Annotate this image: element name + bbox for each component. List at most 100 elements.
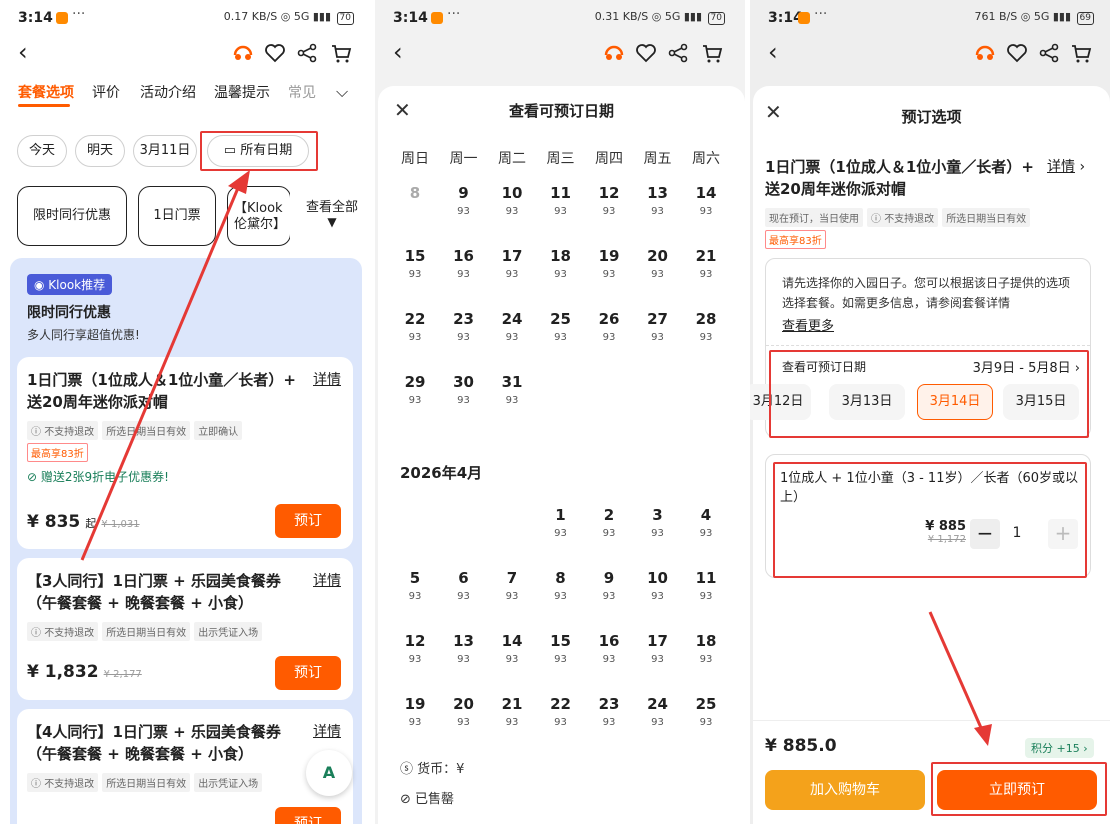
calendar-day[interactable]: 12 93 xyxy=(395,632,435,665)
calendar-day[interactable]: 4 93 xyxy=(686,506,726,539)
heart-icon[interactable] xyxy=(633,40,659,66)
calendar-day[interactable]: 13 93 xyxy=(638,184,678,217)
back-icon[interactable]: ‹ xyxy=(393,40,403,64)
calendar-day[interactable]: 18 93 xyxy=(686,632,726,665)
day-number: 12 xyxy=(404,632,426,650)
calendar-day[interactable]: 14 93 xyxy=(686,184,726,217)
day-price: 93 xyxy=(505,654,519,665)
day-number: 9 xyxy=(458,184,469,202)
calendar-day[interactable]: 26 93 xyxy=(589,310,629,343)
calendar-day[interactable]: 17 93 xyxy=(492,247,532,280)
day-price: 93 xyxy=(651,591,664,602)
calendar-day[interactable]: 13 93 xyxy=(444,632,484,665)
calendar-day[interactable]: 22 93 xyxy=(395,310,435,343)
calendar-day[interactable]: 11 93 xyxy=(541,184,581,217)
cart-icon[interactable] xyxy=(699,40,725,66)
currency-text: 货币：¥ xyxy=(417,762,465,777)
calendar-day[interactable]: 5 93 xyxy=(395,569,435,602)
calendar-day[interactable]: 3 93 xyxy=(638,506,678,539)
calendar-day[interactable]: 24 93 xyxy=(638,695,678,728)
calendar-day[interactable]: 16 93 xyxy=(589,632,629,665)
day-number: 14 xyxy=(501,632,523,650)
calendar-day[interactable]: 7 93 xyxy=(492,569,532,602)
calendar-day[interactable]: 11 93 xyxy=(686,569,726,602)
day-price: 93 xyxy=(651,528,664,539)
wifi-icon: ◎ xyxy=(651,10,662,23)
calendar-day[interactable]: 20 93 xyxy=(444,695,484,728)
calendar-day[interactable]: 21 93 xyxy=(686,247,726,280)
calendar-day[interactable]: 6 93 xyxy=(444,569,484,602)
day-price: 93 xyxy=(457,332,470,343)
day-price: 93 xyxy=(408,332,422,343)
day-number: 25 xyxy=(550,310,571,328)
day-price: 93 xyxy=(699,654,713,665)
calendar-day[interactable]: 25 93 xyxy=(686,695,726,728)
network-speed: 0.31 KB/S xyxy=(594,10,649,23)
day-number: 19 xyxy=(598,247,620,265)
signal-text: 5G xyxy=(664,10,681,23)
calendar-day[interactable]: 23 93 xyxy=(444,310,484,343)
day-price: 93 xyxy=(602,332,616,343)
calendar-day[interactable]: 21 93 xyxy=(492,695,532,728)
day-number: 12 xyxy=(598,184,620,202)
weekday-label: 周四 xyxy=(595,151,623,167)
calendar-day[interactable]: 15 93 xyxy=(541,632,581,665)
day-number: 24 xyxy=(647,695,668,713)
day-number: 17 xyxy=(501,247,523,265)
calendar-day[interactable]: 19 93 xyxy=(589,247,629,280)
share-icon[interactable] xyxy=(665,40,691,66)
calendar-day[interactable]: 17 93 xyxy=(638,632,678,665)
calendar-day[interactable]: 8 93 xyxy=(541,569,581,602)
calendar-day[interactable]: 10 93 xyxy=(492,184,532,217)
day-number: 11 xyxy=(550,184,571,202)
currency-icon: ⓢ xyxy=(400,762,418,777)
day-price: 93 xyxy=(699,269,713,280)
calendar-day[interactable]: 28 93 xyxy=(686,310,726,343)
calendar-day[interactable]: 2 93 xyxy=(589,506,629,539)
day-price: 93 xyxy=(457,654,470,665)
day-price: 93 xyxy=(505,269,519,280)
day-number: 18 xyxy=(550,247,571,265)
calendar-day[interactable]: 15 93 xyxy=(395,247,435,280)
day-price: 93 xyxy=(554,717,567,728)
calendar-day[interactable]: 14 93 xyxy=(492,632,532,665)
calendar-day[interactable]: 20 93 xyxy=(638,247,678,280)
day-number: 18 xyxy=(695,632,717,650)
calendar-day[interactable]: 22 93 xyxy=(541,695,581,728)
day-number: 7 xyxy=(506,569,518,587)
calendar-day[interactable]: 12 93 xyxy=(589,184,629,217)
calendar-day[interactable]: 23 93 xyxy=(589,695,629,728)
month-label: 2026年4月 xyxy=(400,464,483,482)
currency-note: ⓢ 货币：¥ xyxy=(400,758,464,777)
calendar-day[interactable]: 31 93 xyxy=(492,373,532,406)
day-price: 93 xyxy=(408,591,422,602)
signal-icon: ▮▮▮ xyxy=(683,10,703,23)
calendar-day[interactable]: 24 93 xyxy=(492,310,532,343)
calendar-day[interactable]: 1 93 xyxy=(541,506,581,539)
calendar-day[interactable]: 25 93 xyxy=(541,310,581,343)
status-dots: ··· xyxy=(447,6,461,22)
status-time: 3:14 xyxy=(393,10,428,26)
calendar-day[interactable]: 9 93 xyxy=(589,569,629,602)
day-price: 93 xyxy=(699,332,713,343)
day-price: 93 xyxy=(699,528,713,539)
annotation-arrow xyxy=(80,170,250,561)
nav-bar: ‹ xyxy=(375,36,745,72)
calendar-day[interactable]: 16 93 xyxy=(444,247,484,280)
day-price: 93 xyxy=(505,717,519,728)
calendar-day[interactable]: 30 93 xyxy=(444,373,484,406)
day-number: 2 xyxy=(603,506,615,524)
day-number: 8 xyxy=(409,184,421,202)
calendar-day[interactable]: 18 93 xyxy=(541,247,581,280)
day-price: 93 xyxy=(651,206,664,217)
calendar-day[interactable]: 10 93 xyxy=(638,569,678,602)
calendar-day[interactable]: 9 93 xyxy=(444,184,484,217)
calendar-day[interactable]: 8 xyxy=(395,184,435,206)
calendar-day[interactable]: 27 93 xyxy=(638,310,678,343)
prohibited-icon: ⊘ xyxy=(400,792,416,807)
package-list-screen: 3:14 ··· 0.17 KB/S ◎ 5G ▮▮▮ 70 ‹ 套餐选项 评价… xyxy=(0,0,374,824)
calendar-day[interactable]: 19 93 xyxy=(395,695,435,728)
headset-icon[interactable] xyxy=(601,40,627,66)
day-number: 11 xyxy=(695,569,717,587)
calendar-day[interactable]: 29 93 xyxy=(395,373,435,406)
